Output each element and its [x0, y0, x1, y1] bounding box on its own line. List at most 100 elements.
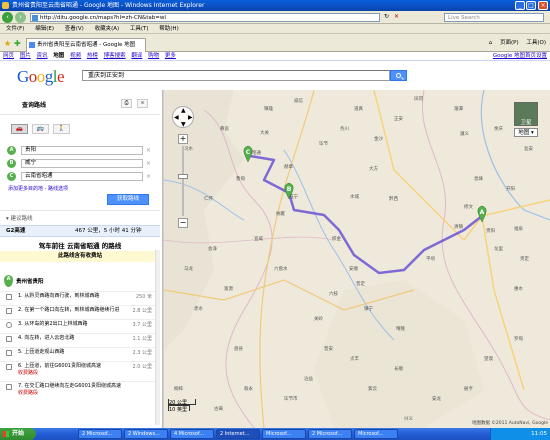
menu-view[interactable]: 查看(V) [65, 26, 84, 32]
add-favorite-icon[interactable]: ✚ [14, 39, 21, 48]
gbar-web[interactable]: 网页 [3, 53, 14, 59]
pan-control[interactable]: ▲ ▼ ◀ ▶ [172, 106, 194, 128]
waypoint-a-input[interactable]: 贵阳 [21, 146, 143, 155]
back-button[interactable]: ‹ [2, 12, 13, 23]
mode-car-button[interactable]: 🚗 [11, 124, 28, 134]
map-town-label: 贞丰 [350, 355, 359, 362]
marker-a-icon: A [4, 275, 13, 287]
gbar-video[interactable]: 视频 [70, 53, 81, 59]
route-option[interactable]: G2高速 467 公里，5 小时 41 分钟 [0, 225, 160, 237]
gbar-hot[interactable]: 热榜 [87, 53, 98, 59]
page-menu[interactable]: 页面(P) [500, 40, 519, 46]
tools-menu[interactable]: 工具(O) [526, 40, 546, 46]
browser-tab[interactable]: 贵州省贵阳至云南省昭通 - Google 地图 [26, 38, 146, 52]
zoom-in-button[interactable]: + [178, 134, 188, 144]
maps-search-input[interactable]: 重庆到正安到 [82, 70, 390, 81]
tab-label: 贵州省贵阳至云南省昭通 - Google 地图 [37, 42, 136, 48]
gbar-images[interactable]: 图片 [20, 53, 31, 59]
menu-favorites[interactable]: 收藏夹(A) [95, 26, 120, 32]
maximize-button[interactable]: □ [526, 1, 536, 10]
taskbar-item[interactable]: Microsof... [262, 429, 306, 439]
favorites-star-icon[interactable]: ★ [4, 39, 11, 48]
google-bar: 网页 图片 资讯 地图 视频 热榜 博客搜索 翻译 购物 更多 Google 地… [0, 52, 550, 61]
direction-step[interactable]: 7. 在交汇路口继续向左走G6001贵阳绕城高速 收费路段 [0, 381, 160, 407]
gbar-more[interactable]: 更多 [165, 53, 176, 59]
map-town-label: 会泽 [208, 245, 217, 252]
map-town-label: 大关 [260, 129, 269, 136]
ie-icon [2, 2, 9, 9]
map-svg[interactable]: A B C 毕节纳雍六枝 安顺盘县兴义 威宁 赫章 大方黔西清镇贵阳 遵义金沙织金普定 水城… [164, 90, 550, 428]
direction-step[interactable]: 5. 上匝道走观山西路 2.3 公里 [0, 347, 160, 361]
taskbar-item[interactable]: 2 Microsof... [308, 429, 352, 439]
zoom-out-button[interactable]: − [178, 218, 188, 228]
taskbar-item-active[interactable]: 2 Internet... [216, 429, 260, 439]
stop-icon[interactable]: ✕ [394, 13, 399, 20]
pan-down-icon[interactable]: ▼ [181, 121, 186, 128]
pan-left-icon[interactable]: ◀ [174, 114, 179, 121]
gbar-settings-link[interactable]: Google 地图首页设置 [493, 52, 547, 61]
map-town-label: 水城 [350, 193, 359, 200]
waypoint-c-input[interactable]: 云南省昭通 [21, 172, 143, 181]
maps-search-button[interactable] [390, 70, 407, 81]
map-type-button[interactable]: 地图 ▾ [514, 128, 538, 137]
gbar-blogs[interactable]: 博客搜索 [104, 53, 126, 59]
menu-help[interactable]: 帮助(H) [159, 26, 178, 32]
map-town-label: 普安 [324, 345, 333, 352]
add-destination-link[interactable]: 添加更多目的地 - 路线选项 [8, 185, 68, 192]
gbar-shopping[interactable]: 购物 [148, 53, 159, 59]
menu-file[interactable]: 文件(F) [6, 26, 24, 32]
gbar-news[interactable]: 资讯 [37, 53, 48, 59]
start-name: 贵州省贵阳 [16, 279, 44, 285]
map-canvas[interactable]: A B C 毕节 纳雍 六枝 安顺 盘县 兴义 威宁 赫章 大方 黔西 清镇 贵阳 遵义 金沙 织金 普定 水城… [164, 90, 550, 428]
pan-right-icon[interactable]: ▶ [188, 114, 193, 121]
taskbar-item[interactable]: 2 Windows... [124, 429, 168, 439]
zoom-handle[interactable] [178, 174, 188, 179]
menu-edit[interactable]: 编辑(E) [35, 26, 54, 32]
satellite-button[interactable]: 卫星 [514, 102, 538, 126]
zoom-slider[interactable] [182, 146, 184, 216]
remove-icon[interactable]: × [146, 173, 151, 180]
keep-left-icon [6, 384, 12, 390]
forward-button[interactable]: › [15, 12, 26, 23]
start-button[interactable]: 开始 [0, 428, 36, 440]
search-input[interactable]: Live Search [444, 13, 544, 22]
pan-up-icon[interactable]: ▲ [181, 107, 186, 114]
gbar-translate[interactable]: 翻译 [131, 53, 142, 59]
map-town-label: 镇宁 [364, 305, 373, 312]
get-directions-button[interactable]: 获取路线 [107, 194, 149, 205]
address-row: ‹ › http://ditu.google.cn/maps?hl=zh-CN&… [0, 11, 550, 24]
map-town-label: 大方 [369, 165, 378, 172]
direction-step[interactable]: 3. 从环岛的第2出口上林城西路 3.7 公里 [0, 319, 160, 333]
home-icon[interactable]: ⌂ [489, 40, 493, 46]
ramp-icon [6, 364, 12, 370]
direction-step[interactable]: 2. 在第一个路口向左转，到林城西路继续行进 2.8 公里 [0, 305, 160, 319]
map-town-label: 开阳 [506, 185, 515, 192]
direction-step[interactable]: 1. 从黔灵西路向西行驶，到林城西路 250 米 [0, 291, 160, 305]
direction-step[interactable]: 6. 上匝道，前往G6001贵阳绕城高速 收费路段 2.0 公里 [0, 361, 160, 381]
refresh-icon[interactable]: ↻ [384, 13, 389, 20]
maps-header: Google 重庆到正安到 [0, 61, 550, 90]
address-bar[interactable]: http://ditu.google.cn/maps?hl=zh-CN&tab=… [30, 13, 380, 22]
google-logo[interactable]: Google [17, 67, 65, 87]
map-town-label: 龙里 [494, 245, 503, 252]
link-icon[interactable]: ∞ [137, 99, 148, 108]
map-town-label: 平坝 [426, 255, 435, 262]
gbar-maps[interactable]: 地图 [53, 53, 64, 59]
printer-icon[interactable]: ⎙ [121, 99, 132, 108]
direction-step[interactable]: 4. 向左转，进入云岩北路 1.1 公里 [0, 333, 160, 347]
close-button[interactable]: × [538, 1, 548, 10]
mode-walk-button[interactable]: 🚶 [53, 124, 70, 134]
taskbar-item[interactable]: 2 Microsof... [78, 429, 122, 439]
menu-tools[interactable]: 工具(T) [130, 26, 149, 32]
panel-scrollbar[interactable] [155, 250, 160, 425]
remove-icon[interactable]: × [146, 160, 151, 167]
minimize-button[interactable]: _ [515, 1, 525, 10]
taskbar-item[interactable]: Microsof... [354, 429, 398, 439]
address-url: http://ditu.google.cn/maps?hl=zh-CN&tab=… [40, 15, 166, 21]
mode-transit-button[interactable]: 🚌 [32, 124, 49, 134]
taskbar-item[interactable]: 4 Microsof... [170, 429, 214, 439]
map-town-label: 务川 [340, 125, 349, 132]
map-town-label: 瓮安 [524, 145, 533, 152]
waypoint-b-input[interactable]: 威宁 [21, 159, 143, 168]
remove-icon[interactable]: × [146, 147, 151, 154]
